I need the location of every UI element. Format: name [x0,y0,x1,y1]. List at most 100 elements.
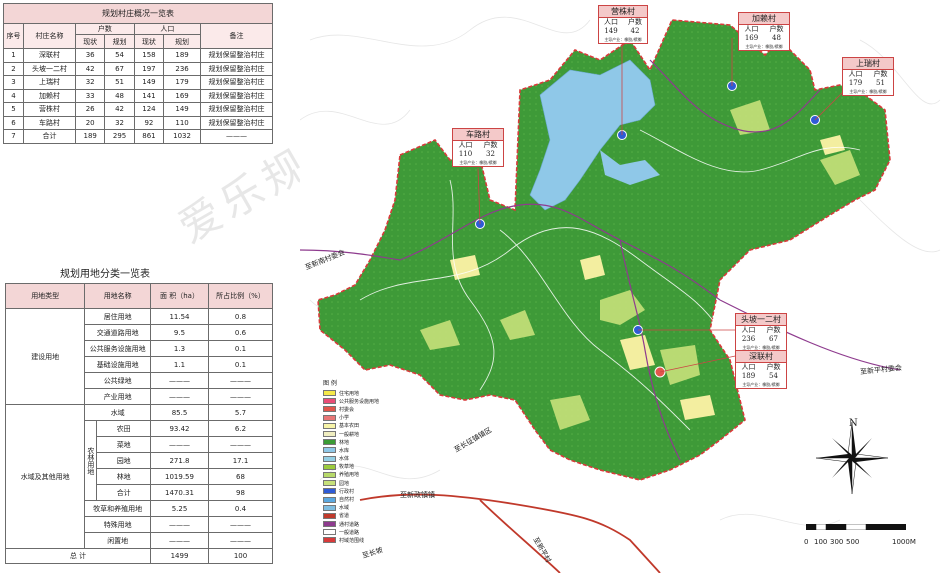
pop-label: 人口 [741,363,756,371]
col-note: 备注 [200,23,273,49]
village-cell-h_plan: 42 [104,102,135,117]
legend-label: 养殖用地 [339,472,360,479]
village-cell-p_plan: 169 [163,88,201,103]
legend-item: 养殖用地 [323,471,393,479]
land-area: 9.5 [150,324,209,341]
land-ratio: 0.8 [208,308,273,325]
legend-swatch [323,521,336,528]
village-row: 5 营株村 26 42 124 149 规划保留整治村庄 [3,102,273,117]
legend-item: 住宅用地 [323,389,393,397]
land-name: 居住用地 [84,308,151,325]
land-ratio: ——— [208,436,273,453]
legend-label: 牧草地 [339,464,355,471]
legend-swatch [323,512,336,519]
village-box-toupo: 头坡一二村 人口 户数 236 67 主导产业：橡胶/槟榔 [735,313,787,352]
land-group-water: 水域及其他用地 [4,404,86,549]
road-label-south-a: 至新政镇镇 [400,491,435,499]
legend-swatch [323,504,336,511]
village-cell-no: 6 [3,115,24,130]
village-cell-h_now: 20 [74,115,106,130]
legend-label: 水库 [339,447,350,454]
legend-swatch [323,529,336,536]
village-cell-p_now: 149 [133,75,165,90]
col-ratio: 所占比例（%） [208,283,273,309]
village-cell-name: 营株村 [23,102,76,117]
legend-swatch [323,447,336,454]
legend-item: 水体 [323,455,393,463]
village-cell-h_plan: 295 [104,129,135,144]
land-ratio: 98 [208,484,273,501]
village-cell-name: 上瑞村 [23,75,76,90]
legend-item: 村委会 [323,405,393,413]
pop-value: 110 [458,150,473,158]
legend-item: 林地 [323,438,393,446]
village-name: 营株村 [599,6,647,18]
land-area: 271.8 [150,452,209,469]
col-households: 户数 [75,23,135,35]
village-cell-h_now: 33 [74,88,106,103]
village-row: 2 头坡一二村 42 67 197 236 规划保留整治村庄 [3,61,273,76]
village-box-jialai: 加赖村 人口 户数 169 48 主导产业：橡胶/槟榔 [738,12,790,51]
legend-item: 一般耕地 [323,430,393,438]
legend-swatch [323,431,336,438]
land-name: 水域 [84,404,151,421]
land-ratio: 5.7 [208,404,273,421]
village-note: 主导产业：橡胶/槟榔 [745,44,783,49]
land-area: 11.54 [150,308,209,325]
land-ratio: 17.1 [208,452,273,469]
village-cell-h_now: 189 [74,129,106,144]
village-note: 主导产业：橡胶/槟榔 [742,382,780,387]
legend-item: 水域 [323,504,393,512]
land-area: ——— [150,436,209,453]
legend-label: 村委会 [339,406,355,413]
land-name: 合计 [96,484,151,501]
land-ratio: ——— [208,516,273,533]
land-area: 1.1 [150,356,209,373]
scale-label-0: 0 [804,538,809,546]
legend-label: 水域 [339,505,350,512]
land-group-agri: 农林用地 [84,420,98,501]
legend-item: 一般道路 [323,528,393,536]
scale-label-100: 100 [814,538,828,546]
village-table-title: 规划村庄概况一览表 [3,3,273,24]
village-box-yingzhu: 营株村 人口 户数 149 42 主导产业：橡胶/槟榔 [598,5,648,44]
col-p-current: 现状 [133,34,165,49]
land-ratio: 0.6 [208,324,273,341]
village-row: 6 车路村 20 32 92 110 规划保留整治村庄 [3,115,273,130]
legend-swatch [323,537,336,544]
village-cell-h_now: 32 [74,75,106,90]
legend-item: 省道 [323,512,393,520]
legend-item: 小学 [323,414,393,422]
village-cell-note: 规划保留整治村庄 [200,115,273,130]
village-row: 7 合计 189 295 861 1032 ——— [3,129,273,144]
village-cell-p_now: 124 [133,102,165,117]
legend-label: 一般道路 [339,529,360,536]
land-area: ——— [150,388,209,405]
village-cell-h_now: 26 [74,102,106,117]
village-overview-table: 规划村庄概况一览表 序号 村庄名称 户数 人口 备注 现状 规划 现状 规划 1… [3,3,273,144]
legend-title: 图 例 [323,380,337,387]
legend-label: 公共服务设施用地 [339,398,380,405]
village-name: 加赖村 [739,13,789,25]
land-group-construction: 建设用地 [4,308,86,405]
pop-label: 人口 [458,141,473,149]
scale-label-500: 500 [846,538,860,546]
land-name: 园地 [96,452,151,469]
legend-swatch [323,398,336,405]
land-row-total: 总 计 1499 100 [5,548,273,564]
land-total-area: 1499 [150,548,209,564]
legend-label: 基本农田 [339,423,360,430]
col-h-planned: 规划 [104,34,135,49]
hh-label: 户数 [628,18,642,26]
village-box-shangrui: 上瑞村 人口 户数 179 51 主导产业：橡胶/槟榔 [842,57,894,96]
pop-value: 189 [741,372,756,380]
hh-value: 67 [769,335,778,343]
village-cell-h_plan: 48 [104,88,135,103]
hh-label: 户数 [769,25,784,33]
land-ratio: 68 [208,468,273,485]
village-cell-p_now: 197 [133,61,165,76]
land-use-map: 营株村 人口 户数 149 42 主导产业：橡胶/槟榔 加赖村 人口 户数 169 48… [300,0,941,573]
village-name: 头坡一二村 [736,314,786,326]
legend-label: 园地 [339,480,350,487]
legend-swatch [323,390,336,397]
